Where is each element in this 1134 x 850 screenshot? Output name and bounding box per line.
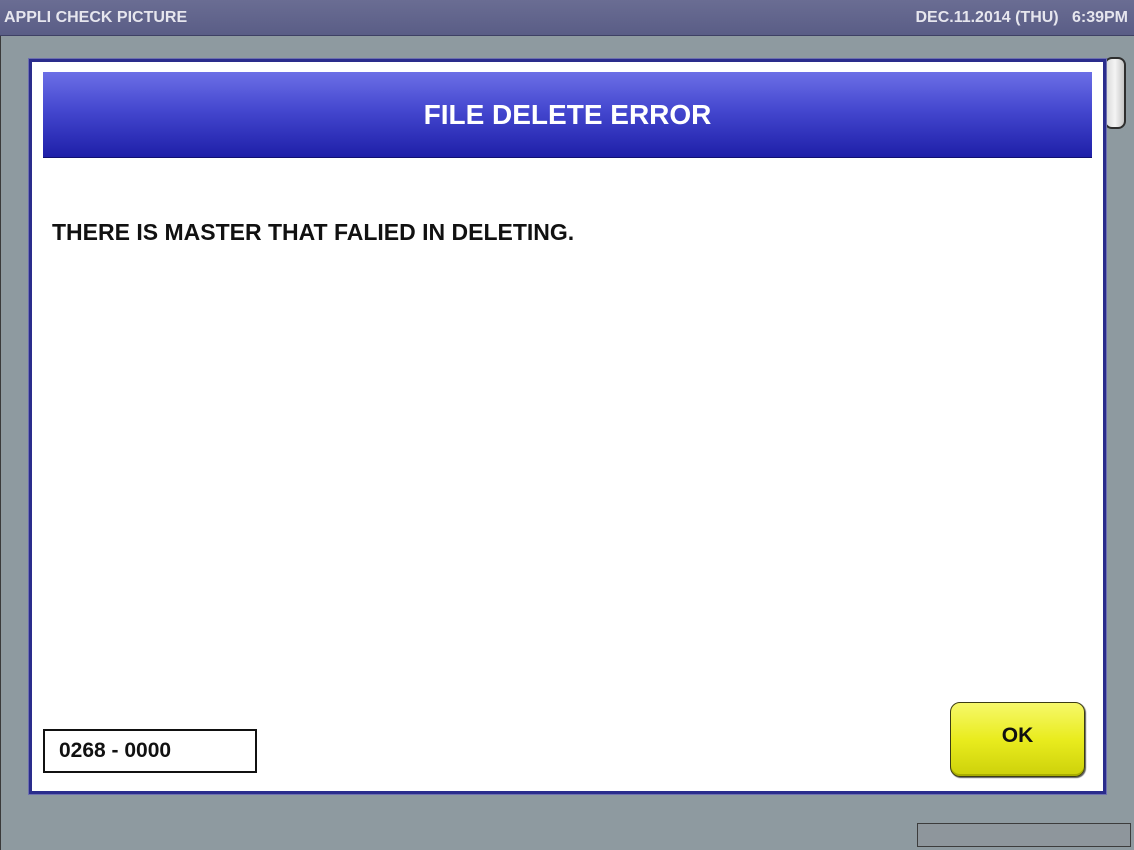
error-code-box: 0268 - 0000 bbox=[43, 729, 257, 773]
app-title: APPLI CHECK PICTURE bbox=[4, 9, 188, 26]
top-title-bar: APPLI CHECK PICTURE DEC.11.2014 (THU) 6:… bbox=[0, 0, 1134, 36]
error-message: THERE IS MASTER THAT FALIED IN DELETING. bbox=[52, 219, 575, 245]
scrollbar-thumb[interactable] bbox=[1104, 57, 1126, 129]
status-bar bbox=[917, 823, 1131, 847]
dialog-title: FILE DELETE ERROR bbox=[43, 72, 1092, 158]
date-time-display: DEC.11.2014 (THU) 6:39PM bbox=[915, 9, 1128, 26]
ok-button[interactable]: OK bbox=[950, 702, 1085, 777]
error-dialog: FILE DELETE ERROR THERE IS MASTER THAT F… bbox=[29, 59, 1106, 794]
